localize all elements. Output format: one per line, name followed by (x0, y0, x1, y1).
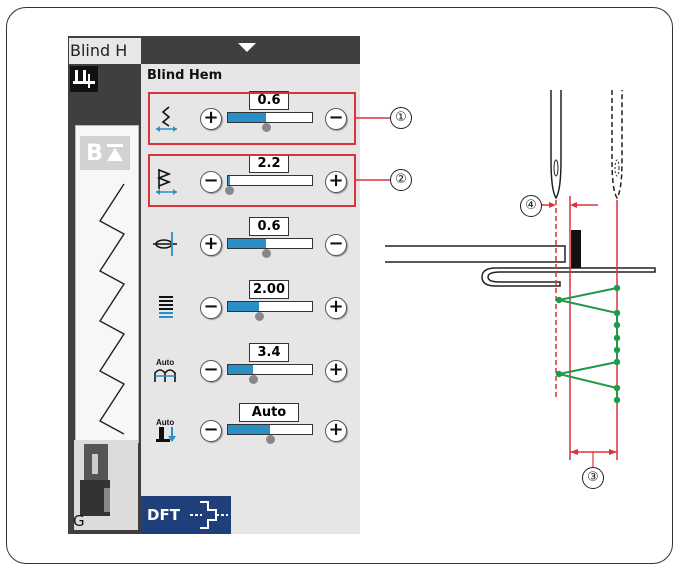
callout-3: ③ (582, 467, 604, 489)
callout-4: ④ (520, 195, 542, 217)
needle-fabric-diagram (385, 90, 656, 468)
